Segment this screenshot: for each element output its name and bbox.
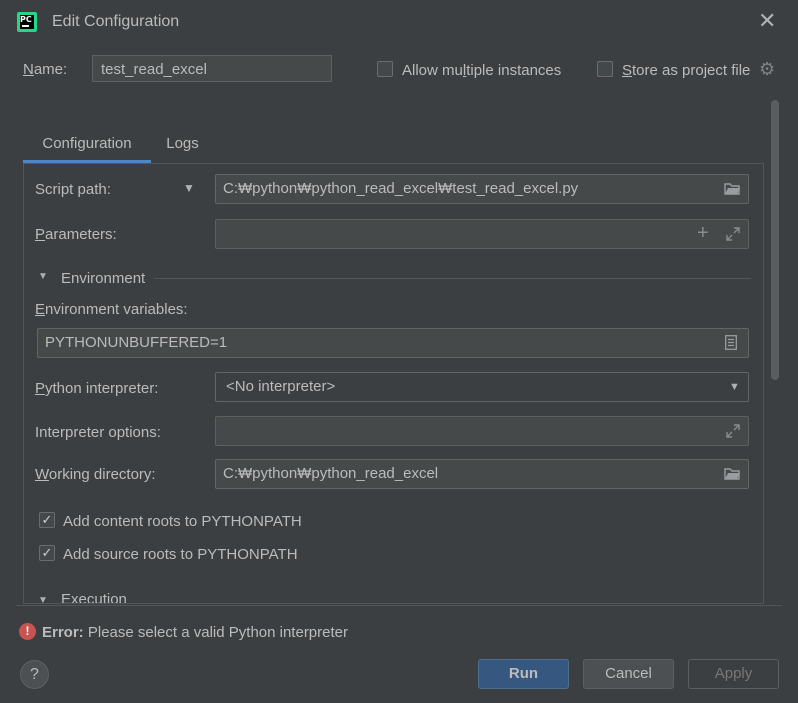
parameters-field[interactable]: [215, 219, 749, 249]
store-mnemonic: S: [622, 62, 633, 79]
execution-section-title[interactable]: Execution: [61, 591, 127, 603]
python-interpreter-label: Python interpreter:: [35, 380, 158, 397]
folder-icon[interactable]: [724, 467, 741, 481]
store-as-project-file-checkbox[interactable]: [597, 61, 613, 77]
working-directory-label: Working directory:: [35, 466, 156, 483]
help-button[interactable]: ?: [20, 660, 49, 689]
apply-button[interactable]: Apply: [688, 659, 779, 689]
store-as-project-file-label[interactable]: Store as project file: [622, 62, 750, 79]
allow-multiple-instances-label[interactable]: Allow multiple instances: [402, 62, 561, 79]
tab-configuration[interactable]: Configuration: [23, 125, 151, 163]
chevron-down-icon[interactable]: ▼: [729, 382, 741, 393]
name-label-mnemonic: N: [23, 61, 34, 78]
script-path-value: C:₩python₩python_read_excel₩test_read_ex…: [223, 180, 579, 197]
environment-divider: [154, 278, 751, 279]
gear-icon[interactable]: ⚙: [759, 60, 777, 78]
allow-multiple-instances-checkbox[interactable]: [377, 61, 393, 77]
parameters-mnemonic: P: [35, 226, 46, 243]
close-icon[interactable]: ✕: [758, 10, 776, 32]
plus-icon[interactable]: +: [697, 222, 713, 244]
document-edit-icon[interactable]: [725, 335, 737, 350]
allow-multiple-text-b: tiple instances: [466, 62, 562, 79]
name-label-text: ame:: [33, 61, 68, 78]
bottom-divider: [16, 605, 782, 606]
run-button[interactable]: Run: [478, 659, 569, 689]
interpreter-text: ython interpreter:: [45, 380, 159, 397]
workdir-mnemonic: W: [35, 466, 49, 483]
pycharm-icon: PC: [17, 12, 37, 32]
script-path-field[interactable]: C:₩python₩python_read_excel₩test_read_ex…: [215, 174, 749, 204]
collapse-execution-icon[interactable]: ▼: [38, 595, 50, 603]
cancel-button[interactable]: Cancel: [583, 659, 674, 689]
interpreter-options-field[interactable]: [215, 416, 749, 446]
collapse-environment-icon[interactable]: ▼: [38, 271, 50, 283]
env-vars-mnemonic: E: [35, 301, 46, 318]
workdir-value: C:₩python₩python_read_excel: [223, 465, 439, 482]
name-label: Name:: [23, 61, 67, 78]
chevron-down-icon[interactable]: ▼: [183, 181, 197, 195]
script-path-label: Script path:: [35, 181, 111, 198]
window-title: Edit Configuration: [52, 13, 180, 30]
environment-section-title[interactable]: Environment: [61, 270, 145, 287]
error-detail: Please select a valid Python interpreter: [83, 624, 348, 641]
source-roots-checkbox[interactable]: ✓: [39, 545, 55, 561]
parameters-label: Parameters:: [35, 226, 117, 243]
content-roots-label[interactable]: Add content roots to PYTHONPATH: [63, 513, 302, 530]
python-interpreter-select[interactable]: <No interpreter>: [215, 372, 749, 402]
interpreter-mnemonic: P: [35, 380, 46, 397]
expand-icon[interactable]: [725, 226, 741, 242]
tab-logs[interactable]: Logs: [155, 125, 210, 163]
error-prefix: Error:: [42, 624, 84, 641]
store-text: tore as project file: [632, 62, 751, 79]
expand-icon[interactable]: [725, 423, 741, 439]
interpreter-options-label: Interpreter options:: [35, 424, 161, 441]
env-vars-value: PYTHONUNBUFFERED=1: [45, 334, 228, 351]
scrollbar-thumb[interactable]: [771, 100, 779, 380]
source-roots-label[interactable]: Add source roots to PYTHONPATH: [63, 546, 298, 563]
working-directory-field[interactable]: C:₩python₩python_read_excel: [215, 459, 749, 489]
allow-multiple-text-a: Allow mu: [402, 62, 463, 79]
error-icon: !: [19, 623, 36, 640]
folder-icon[interactable]: [724, 182, 741, 196]
parameters-text: arameters:: [45, 226, 117, 243]
environment-variables-label: Environment variables:: [35, 301, 188, 318]
name-input[interactable]: test_read_excel: [92, 55, 332, 82]
content-roots-checkbox[interactable]: ✓: [39, 512, 55, 528]
error-message: Error: Please select a valid Python inte…: [42, 624, 348, 641]
environment-variables-field[interactable]: PYTHONUNBUFFERED=1: [37, 328, 749, 358]
env-vars-text: nvironment variables:: [45, 301, 188, 318]
workdir-text: orking directory:: [48, 466, 156, 483]
